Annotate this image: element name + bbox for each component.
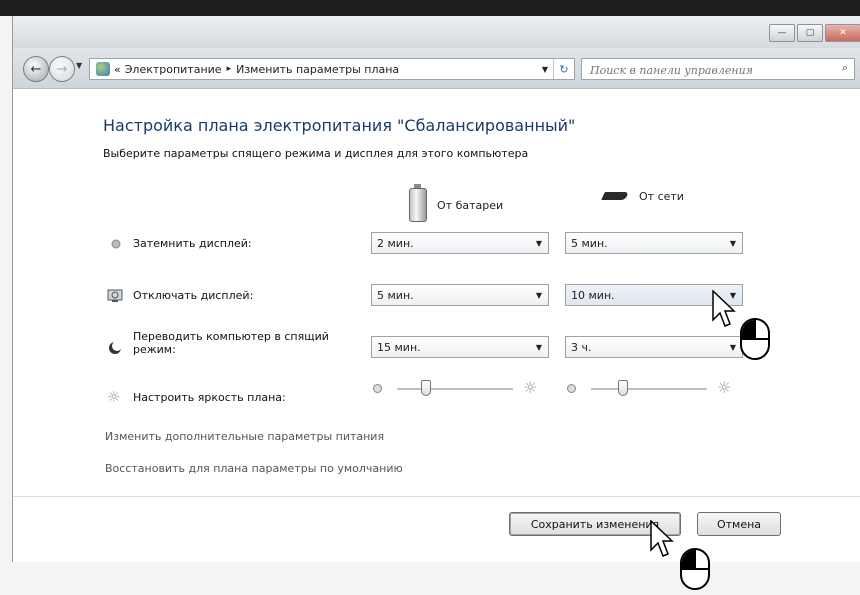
minimize-button[interactable]: — [769, 24, 795, 42]
dim-display-battery-select[interactable]: 2 мин. ▼ [371, 232, 549, 254]
recent-pages-dropdown-icon[interactable]: ▼ [76, 61, 82, 70]
slider-thumb[interactable] [421, 380, 431, 396]
brightness-label: Настроить яркость плана: [133, 391, 286, 404]
plugged-column-header: От сети [599, 188, 684, 204]
back-button[interactable]: ← [23, 56, 49, 82]
chevron-down-icon: ▼ [535, 238, 543, 248]
slider-thumb[interactable] [618, 380, 629, 396]
mouse-pointer-icon [650, 520, 674, 557]
screen-top-border [0, 0, 860, 16]
breadcrumb-prefix: « [114, 62, 121, 76]
breadcrumb-item-power[interactable]: Электропитание [125, 63, 222, 76]
brightness-plugged-slider[interactable]: ☼ [565, 378, 735, 398]
dim-display-plugged-select[interactable]: 5 мин. ▼ [565, 232, 743, 254]
breadcrumb[interactable]: « Электропитание ▸ Изменить параметры пл… [89, 58, 575, 80]
forward-arrow-icon: → [56, 61, 68, 77]
dim-display-label: Затемнить дисплей: [133, 237, 252, 250]
back-arrow-icon: ← [30, 61, 42, 77]
sleep-icon [108, 340, 122, 354]
restore-defaults-link[interactable]: Восстановить для плана параметры по умол… [105, 462, 403, 475]
turn-off-display-battery-select[interactable]: 5 мин. ▼ [371, 284, 549, 306]
turn-off-display-battery-value: 5 мин. [377, 288, 414, 302]
search-input[interactable] [588, 60, 828, 81]
control-panel-icon [96, 62, 110, 76]
monitor-icon [107, 288, 123, 302]
footer-divider [13, 496, 860, 497]
page-subtitle: Выберите параметры спящего режима и дисп… [103, 147, 529, 160]
mouse-left-click-icon [740, 318, 770, 360]
close-button[interactable]: ✕ [825, 24, 860, 42]
window-controls: — ▢ ✕ [767, 24, 860, 42]
power-plug-icon [599, 188, 631, 204]
cancel-button[interactable]: Отмена [697, 512, 781, 536]
battery-column-header: От батареи [409, 184, 504, 222]
battery-column-label: От батареи [437, 198, 504, 212]
mouse-left-click-icon [680, 548, 710, 590]
forward-button[interactable]: → [49, 56, 75, 82]
control-panel-window: — ▢ ✕ ← → ▼ « Электропитание ▸ Изменить … [12, 16, 860, 562]
brightness-battery-slider[interactable]: ☼ [371, 378, 541, 398]
slider-track [397, 388, 513, 391]
chevron-down-icon: ▼ [535, 342, 543, 352]
dim-display-plugged-value: 5 мин. [571, 236, 608, 250]
mouse-pointer-icon [712, 290, 736, 327]
breadcrumb-item-edit-plan[interactable]: Изменить параметры плана [236, 63, 399, 76]
battery-icon [409, 184, 427, 222]
title-bar: — ▢ ✕ [13, 16, 860, 48]
refresh-icon[interactable]: ↻ [553, 59, 574, 79]
breadcrumb-separator-icon[interactable]: ▸ [227, 64, 232, 74]
address-dropdown-icon[interactable]: ▼ [542, 65, 548, 74]
sleep-label: Переводить компьютер в спящий режим: [133, 330, 329, 356]
address-bar: ← → ▼ « Электропитание ▸ Изменить параме… [13, 48, 860, 89]
bright-brightness-icon: ☼ [717, 378, 732, 397]
sleep-plugged-select[interactable]: 3 ч. ▼ [565, 336, 743, 358]
chevron-down-icon: ▼ [535, 290, 543, 300]
dim-brightness-icon [567, 384, 576, 393]
turn-off-display-label: Отключать дисплей: [133, 289, 254, 302]
brightness-icon: ☼ [107, 388, 121, 406]
maximize-button[interactable]: ▢ [797, 24, 823, 42]
dim-display-icon [109, 236, 123, 250]
plugged-column-label: От сети [639, 189, 684, 203]
sleep-battery-select[interactable]: 15 мин. ▼ [371, 336, 549, 358]
advanced-settings-link[interactable]: Изменить дополнительные параметры питани… [105, 430, 384, 443]
slider-track [591, 388, 707, 391]
dim-display-battery-value: 2 мин. [377, 236, 414, 250]
chevron-down-icon: ▼ [729, 238, 737, 248]
page-title: Настройка плана электропитания "Сбаланси… [103, 116, 576, 135]
turn-off-display-plugged-value: 10 мин. [571, 288, 615, 302]
dim-brightness-icon [373, 384, 382, 393]
bright-brightness-icon: ☼ [523, 378, 538, 397]
search-icon[interactable]: ⌕ [842, 61, 848, 75]
sleep-battery-value: 15 мин. [377, 340, 421, 354]
sleep-plugged-value: 3 ч. [571, 340, 592, 354]
search-box[interactable]: ⌕ [581, 58, 855, 81]
